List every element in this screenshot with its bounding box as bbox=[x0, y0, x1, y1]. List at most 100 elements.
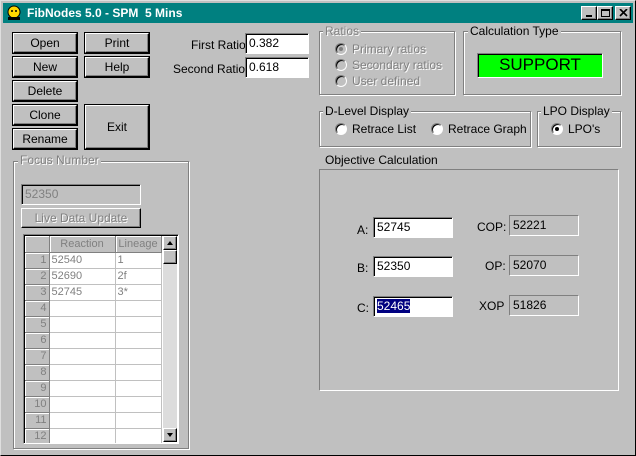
clone-button[interactable]: Clone bbox=[13, 105, 77, 125]
new-button[interactable]: New bbox=[13, 57, 77, 77]
minimize-icon bbox=[586, 15, 592, 17]
radio-icon bbox=[335, 43, 347, 55]
grid-scrollbar[interactable] bbox=[163, 236, 177, 442]
table-row[interactable]: 11 bbox=[25, 412, 162, 429]
radio-icon bbox=[335, 59, 347, 71]
first-ratio-label: First Ratio bbox=[191, 38, 246, 52]
lineage-cell[interactable] bbox=[115, 316, 162, 333]
second-ratio-input[interactable]: 0.618 bbox=[245, 57, 309, 78]
lineage-cell[interactable]: 2f bbox=[115, 268, 162, 285]
table-row[interactable]: 12 bbox=[25, 428, 162, 443]
row-number: 4 bbox=[25, 300, 50, 317]
op-label: OP: bbox=[485, 259, 506, 273]
reaction-cell[interactable] bbox=[49, 348, 116, 365]
column-header-reaction[interactable]: Reaction bbox=[49, 236, 116, 253]
second-ratio-label: Second Ratio bbox=[173, 62, 246, 76]
reaction-cell[interactable] bbox=[49, 412, 116, 429]
lineage-cell[interactable] bbox=[115, 300, 162, 317]
maximize-icon bbox=[601, 9, 610, 17]
table-row[interactable]: 8 bbox=[25, 364, 162, 381]
lineage-cell[interactable] bbox=[115, 412, 162, 429]
help-button[interactable]: Help bbox=[85, 57, 149, 77]
reaction-cell[interactable] bbox=[49, 380, 116, 397]
title-bar[interactable]: FibNodes 5.0 - SPM 5 Mins bbox=[3, 3, 633, 23]
close-button[interactable] bbox=[615, 6, 631, 20]
print-button[interactable]: Print bbox=[85, 33, 149, 53]
radio-icon bbox=[335, 123, 347, 135]
arrow-down-icon bbox=[167, 433, 173, 437]
table-row[interactable]: 1 52540 1 bbox=[25, 252, 162, 269]
b-label: B: bbox=[357, 261, 369, 275]
lineage-cell[interactable]: 1 bbox=[115, 252, 162, 269]
minimize-button[interactable] bbox=[581, 6, 597, 20]
row-number: 5 bbox=[25, 316, 50, 333]
reaction-cell[interactable] bbox=[49, 428, 116, 443]
row-number: 2 bbox=[25, 268, 50, 285]
objective-calculation-title: Objective Calculation bbox=[325, 153, 438, 167]
calculation-type-title: Calculation Type bbox=[468, 24, 561, 38]
ratios-group-title: Ratios bbox=[323, 24, 362, 38]
cop-value: 52221 bbox=[509, 215, 579, 236]
focus-number-input[interactable]: 52350 bbox=[21, 184, 141, 205]
radio-icon bbox=[551, 123, 563, 135]
reaction-cell[interactable] bbox=[49, 332, 116, 349]
live-data-update-button[interactable]: Live Data Update bbox=[21, 208, 141, 228]
row-number: 1 bbox=[25, 252, 50, 269]
lpo-display-title: LPO Display bbox=[541, 104, 612, 118]
objective-calculation-panel bbox=[319, 169, 619, 391]
row-number: 3 bbox=[25, 284, 50, 301]
reaction-cell[interactable]: 52540 bbox=[49, 252, 116, 269]
rename-button[interactable]: Rename bbox=[13, 129, 77, 149]
table-row[interactable]: 2 52690 2f bbox=[25, 268, 162, 285]
table-row[interactable]: 7 bbox=[25, 348, 162, 365]
scroll-thumb[interactable] bbox=[163, 250, 177, 264]
b-input[interactable]: 52350 bbox=[373, 256, 453, 277]
scroll-up-button[interactable] bbox=[163, 236, 177, 250]
a-input[interactable]: 52745 bbox=[373, 217, 453, 238]
open-button[interactable]: Open bbox=[13, 33, 77, 53]
scroll-down-button[interactable] bbox=[163, 428, 177, 442]
main-window: FibNodes 5.0 - SPM 5 Mins Open Print New… bbox=[0, 0, 636, 456]
column-header-lineage[interactable]: Lineage bbox=[115, 236, 162, 253]
table-row[interactable]: 9 bbox=[25, 380, 162, 397]
lineage-cell[interactable] bbox=[115, 348, 162, 365]
table-row[interactable]: 10 bbox=[25, 396, 162, 413]
lineage-cell[interactable] bbox=[115, 396, 162, 413]
lineage-cell[interactable] bbox=[115, 380, 162, 397]
reaction-cell[interactable]: 52690 bbox=[49, 268, 116, 285]
lineage-cell[interactable] bbox=[115, 428, 162, 443]
row-number: 10 bbox=[25, 396, 50, 413]
table-row[interactable]: 5 bbox=[25, 316, 162, 333]
op-value: 52070 bbox=[509, 255, 579, 276]
row-number: 7 bbox=[25, 348, 50, 365]
first-ratio-input[interactable]: 0.382 bbox=[245, 33, 309, 54]
reaction-cell[interactable] bbox=[49, 396, 116, 413]
lineage-cell[interactable] bbox=[115, 332, 162, 349]
reaction-cell[interactable] bbox=[49, 300, 116, 317]
lineage-cell[interactable] bbox=[115, 364, 162, 381]
c-input[interactable]: 52465 bbox=[373, 296, 453, 317]
row-number: 9 bbox=[25, 380, 50, 397]
delete-button[interactable]: Delete bbox=[13, 81, 77, 101]
exit-button[interactable]: Exit bbox=[85, 105, 149, 149]
reaction-cell[interactable]: 52745 bbox=[49, 284, 116, 301]
window-title: FibNodes 5.0 - SPM 5 Mins bbox=[27, 6, 183, 20]
table-row[interactable]: 6 bbox=[25, 332, 162, 349]
reaction-lineage-grid[interactable]: Reaction Lineage 1 52540 1 2 52690 2f 3 52745 3*… bbox=[23, 234, 179, 444]
xop-label: XOP bbox=[479, 299, 505, 313]
row-number: 6 bbox=[25, 332, 50, 349]
table-row[interactable]: 3 52745 3* bbox=[25, 284, 162, 301]
c-label: C: bbox=[357, 301, 369, 315]
table-row[interactable]: 4 bbox=[25, 300, 162, 317]
lineage-cell[interactable]: 3* bbox=[115, 284, 162, 301]
arrow-up-icon bbox=[167, 241, 173, 245]
maximize-button[interactable] bbox=[597, 6, 613, 20]
dlevel-display-title: D-Level Display bbox=[323, 104, 412, 118]
xop-value: 51826 bbox=[509, 295, 579, 316]
reaction-cell[interactable] bbox=[49, 364, 116, 381]
radio-icon bbox=[431, 123, 443, 135]
grid-table: Reaction Lineage 1 52540 1 2 52690 2f 3 52745 3*… bbox=[25, 236, 162, 443]
focus-number-title: Focus Number bbox=[18, 153, 101, 167]
calculation-type-indicator[interactable]: SUPPORT bbox=[477, 53, 603, 78]
reaction-cell[interactable] bbox=[49, 316, 116, 333]
